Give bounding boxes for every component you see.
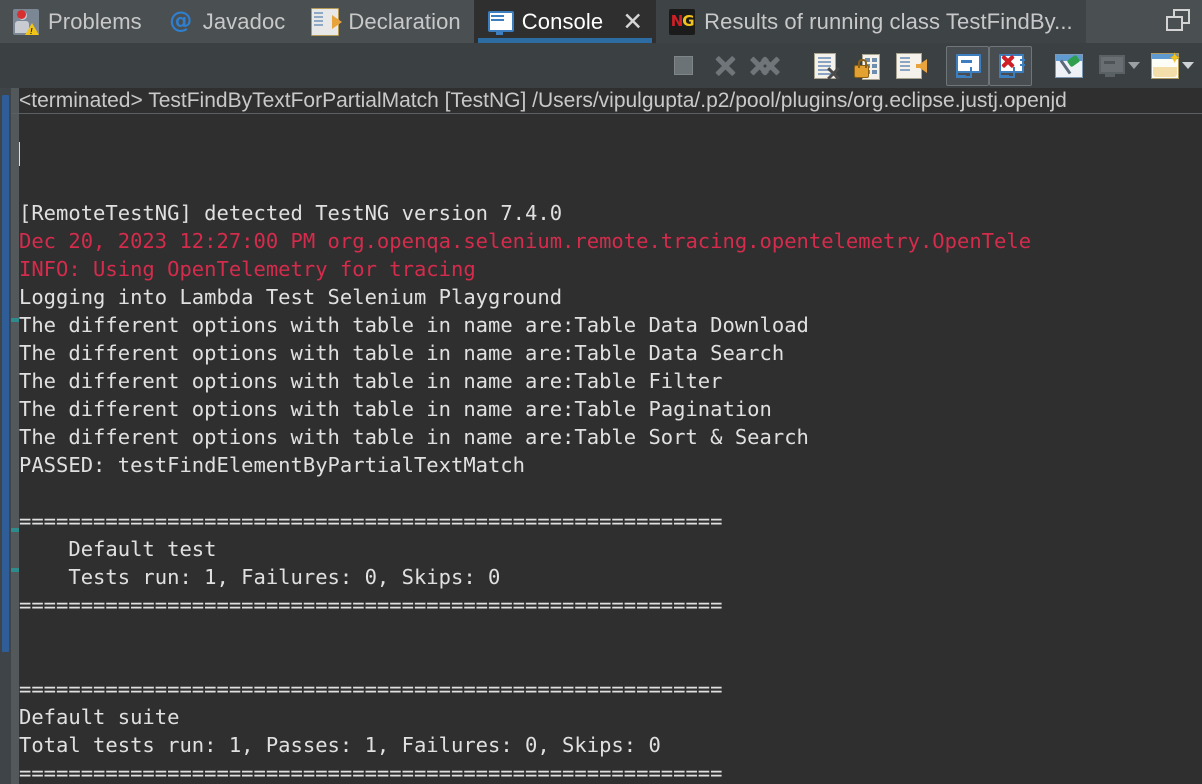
- clear-document-icon: [814, 52, 836, 79]
- double-x-icon: [749, 55, 781, 77]
- console-toolbar: ✦: [0, 43, 1202, 88]
- lock-icon: [854, 53, 880, 80]
- console-launch-header: <terminated> TestFindByTextForPartialMat…: [19, 89, 1067, 112]
- console-line: The different options with table in name…: [19, 425, 809, 449]
- tab-problems-label: Problems: [48, 8, 142, 34]
- console-line: INFO: Using OpenTelemetry for tracing: [19, 257, 476, 281]
- console-stderr-icon: [998, 53, 1025, 78]
- header-divider: [11, 113, 1202, 114]
- console-line: PASSED: testFindElementByPartialTextMatc…: [19, 453, 526, 477]
- vertical-scrollbar-thumb[interactable]: [2, 95, 9, 652]
- console-line: ========================================…: [19, 509, 723, 533]
- console-monitor-icon: [487, 9, 514, 35]
- show-console-on-error-button[interactable]: [989, 45, 1032, 86]
- problems-icon: [13, 8, 39, 36]
- view-tab-bar: Problems @ Javadoc Declaration Console ✕…: [0, 0, 1202, 43]
- gutter-marker: [11, 568, 19, 572]
- console-output-area[interactable]: <terminated> TestFindByTextForPartialMat…: [0, 88, 1202, 784]
- tab-testng-results[interactable]: NG Results of running class TestFindBy..…: [656, 0, 1086, 43]
- console-line: Tests run: 1, Failures: 0, Skips: 0: [19, 565, 501, 589]
- console-annotation-gutter: [11, 88, 19, 784]
- terminate-button[interactable]: [662, 46, 704, 86]
- console-line: The different options with table in name…: [19, 341, 785, 365]
- close-x-icon: [714, 55, 736, 77]
- pin-console-button[interactable]: [1048, 46, 1090, 86]
- terminate-all-button[interactable]: [704, 46, 746, 86]
- declaration-icon: [311, 7, 343, 36]
- console-line: The different options with table in name…: [19, 397, 772, 421]
- tab-declaration-label: Declaration: [348, 8, 461, 34]
- testng-icon: NG: [669, 8, 696, 35]
- console-line: Total tests run: 1, Passes: 1, Failures:…: [19, 733, 661, 757]
- testng-icon-g: G: [682, 12, 694, 30]
- gutter-marker: [11, 528, 19, 532]
- gutter-marker: [11, 318, 19, 322]
- maximize-restore-icon[interactable]: [1166, 9, 1190, 31]
- testng-icon-n: N: [670, 12, 684, 30]
- new-console-icon: ✦: [1151, 50, 1181, 79]
- eclipse-console-view: Problems @ Javadoc Declaration Console ✕…: [0, 0, 1202, 784]
- pin-icon: [1055, 53, 1083, 78]
- stop-square-icon: [673, 56, 693, 75]
- console-line: Logging into Lambda Test Selenium Playgr…: [19, 285, 563, 309]
- tab-declaration[interactable]: Declaration: [298, 0, 473, 43]
- javadoc-at-icon: @: [169, 8, 193, 34]
- console-stdout-icon: [955, 53, 981, 78]
- show-console-on-output-button[interactable]: [946, 45, 989, 86]
- console-line: Default test: [19, 537, 217, 561]
- console-line: ========================================…: [19, 677, 723, 701]
- display-selected-console-button[interactable]: [1090, 46, 1132, 86]
- tab-problems[interactable]: Problems: [0, 0, 155, 43]
- vertical-scrollbar[interactable]: [0, 88, 11, 784]
- tab-testng-results-label: Results of running class TestFindBy...: [704, 8, 1073, 34]
- word-wrap-button[interactable]: [888, 46, 930, 86]
- remove-all-terminated-button[interactable]: [746, 46, 788, 86]
- tab-console-label: Console: [521, 8, 604, 34]
- clear-console-button[interactable]: [804, 46, 846, 86]
- word-wrap-icon: [896, 52, 927, 79]
- scroll-lock-button[interactable]: [846, 46, 888, 86]
- display-console-icon: [1099, 54, 1125, 77]
- text-caret: [19, 142, 20, 166]
- tab-javadoc-label: Javadoc: [202, 8, 286, 34]
- console-line: ========================================…: [19, 761, 723, 784]
- console-line: [RemoteTestNG] detected TestNG version 7…: [19, 201, 563, 225]
- console-line: The different options with table in name…: [19, 313, 809, 337]
- console-line: The different options with table in name…: [19, 369, 723, 393]
- tab-javadoc[interactable]: @ Javadoc: [155, 0, 299, 43]
- console-text-lines[interactable]: [RemoteTestNG] detected TestNG version 7…: [19, 115, 1202, 784]
- console-line: Dec 20, 2023 12:27:00 PM org.openqa.sele…: [19, 229, 1032, 253]
- open-console-button[interactable]: ✦: [1144, 46, 1186, 86]
- console-line: Default suite: [19, 705, 180, 729]
- console-line: ========================================…: [19, 593, 723, 617]
- tab-console[interactable]: Console ✕: [473, 0, 657, 43]
- close-icon[interactable]: ✕: [622, 9, 643, 34]
